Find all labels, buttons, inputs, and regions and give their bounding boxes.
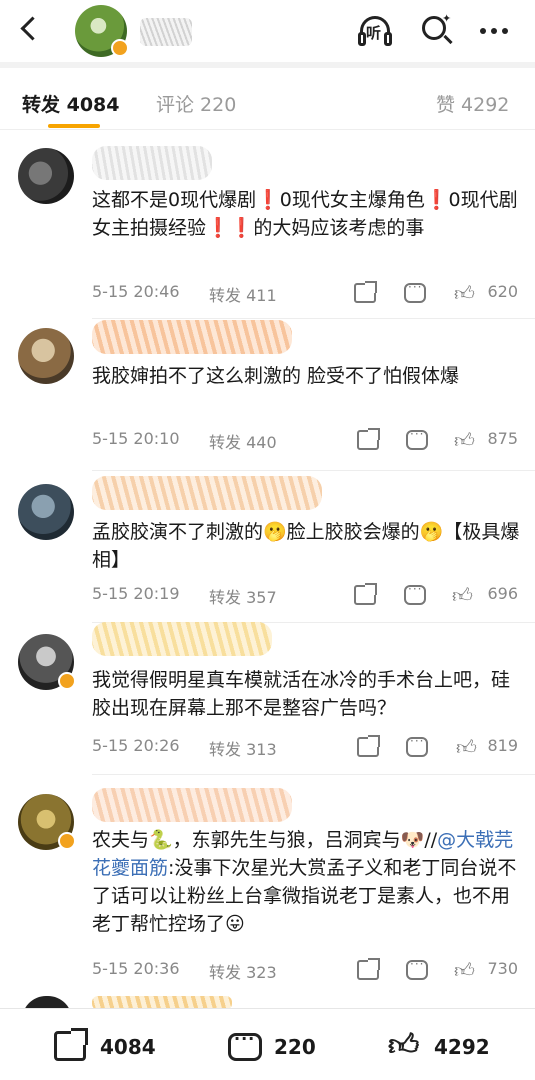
- comment-icon[interactable]: [406, 957, 428, 980]
- avatar[interactable]: [18, 484, 74, 540]
- tab-likes[interactable]: 赞 4292: [436, 90, 509, 117]
- comment-button[interactable]: 220: [228, 1029, 328, 1065]
- meta-row: 5-15 20:36 转发 323 👍︎ 730: [92, 957, 522, 983]
- share-icon[interactable]: [354, 583, 377, 605]
- search-icon[interactable]: ✦: [416, 12, 456, 50]
- like-count: 730: [487, 959, 518, 978]
- forward-text: 我胶婶拍不了这么刺激的 脸受不了怕假体爆: [92, 365, 460, 387]
- timestamp: 5-15 20:10: [92, 429, 180, 448]
- forward-count: 转发 323: [209, 963, 277, 982]
- share-count: 4084: [100, 1035, 156, 1059]
- list-item: 我胶婶拍不了这么刺激的 脸受不了怕假体爆 5-15 20:10 转发 440 👍…: [0, 320, 535, 474]
- forward-text: 我觉得假明星真车模就活在冰冷的手术台上吧，硅胶出现在屏幕上那不是整容广告吗？: [92, 669, 511, 719]
- avatar[interactable]: [18, 634, 76, 690]
- like-icon: 👍︎: [388, 1028, 420, 1063]
- like-button[interactable]: 👍︎ 4292: [388, 1028, 498, 1065]
- username-redacted[interactable]: [92, 476, 322, 510]
- comment-icon: [228, 1029, 262, 1061]
- like-count: 875: [487, 429, 518, 448]
- forward-text: 孟胶胶演不了刺激的🫢脸上胶胶会爆的🫢【极具爆相】: [92, 521, 520, 571]
- tab-bar: 转发 4084 评论 220 赞 4292: [0, 68, 535, 130]
- like-icon[interactable]: 👍︎: [456, 737, 478, 757]
- listen-headphones-icon[interactable]: 听: [355, 12, 395, 50]
- avatar[interactable]: [18, 328, 74, 384]
- author-avatar[interactable]: [75, 5, 129, 57]
- timestamp: 5-15 20:26: [92, 736, 180, 755]
- share-icon[interactable]: [357, 958, 380, 980]
- verified-badge-icon: [58, 672, 76, 690]
- forward-count: 转发 411: [209, 286, 277, 305]
- share-icon[interactable]: [354, 281, 377, 303]
- like-icon[interactable]: 👍︎: [454, 430, 476, 450]
- forward-text: 农夫与🐍，东郭先生与狼，吕洞宾与🐶//@大戟芫花夔面筋:没事下次星光大赏孟子义和…: [92, 826, 522, 938]
- list-item: 我觉得假明星真车模就活在冰冷的手术台上吧，硅胶出现在屏幕上那不是整容广告吗？ 5…: [0, 622, 535, 776]
- comment-icon[interactable]: [404, 582, 426, 605]
- timestamp: 5-15 20:36: [92, 959, 180, 978]
- verified-badge-icon: [58, 832, 76, 850]
- author-name-redacted: [140, 18, 192, 46]
- like-count: 819: [487, 736, 518, 755]
- share-icon[interactable]: [357, 735, 380, 757]
- list-item: 孟胶胶演不了刺激的🫢脸上胶胶会爆的🫢【极具爆相】 5-15 20:19 转发 3…: [0, 476, 535, 626]
- like-icon[interactable]: 👍︎: [454, 960, 476, 980]
- more-options-icon[interactable]: [474, 12, 514, 50]
- list-item-partial: [0, 992, 535, 1008]
- avatar[interactable]: [18, 794, 76, 850]
- share-icon: [54, 1028, 88, 1061]
- forward-text-part: 农夫与🐍，东郭先生与狼，吕洞宾与🐶//: [92, 829, 438, 851]
- bottom-action-bar: 4084 220 👍︎ 4292: [0, 1008, 535, 1080]
- meta-row: 5-15 20:46 转发 411 👍︎ 620: [92, 280, 522, 306]
- username-redacted[interactable]: [92, 996, 232, 1008]
- like-count: 4292: [434, 1035, 490, 1059]
- listen-label: 听: [366, 24, 382, 42]
- meta-row: 5-15 20:19 转发 357 👍︎ 696: [92, 582, 522, 608]
- username-redacted[interactable]: [92, 146, 212, 180]
- share-icon[interactable]: [357, 428, 380, 450]
- forward-count: 转发 313: [209, 740, 277, 759]
- like-count: 696: [487, 584, 518, 603]
- avatar[interactable]: [18, 148, 74, 204]
- avatar[interactable]: [22, 996, 72, 1008]
- like-count: 620: [487, 282, 518, 301]
- tab-forwards[interactable]: 转发 4084: [22, 90, 120, 117]
- username-redacted[interactable]: [92, 320, 292, 354]
- comment-count: 220: [274, 1035, 316, 1059]
- list-item: 农夫与🐍，东郭先生与狼，吕洞宾与🐶//@大戟芫花夔面筋:没事下次星光大赏孟子义和…: [0, 784, 535, 984]
- username-redacted[interactable]: [92, 622, 272, 656]
- forward-text: 这都不是0现代爆剧❗0现代女主爆角色❗0现代剧女主拍摄经验❗❗的大妈应该考虑的事: [92, 189, 518, 239]
- meta-row: 5-15 20:26 转发 313 👍︎ 819: [92, 734, 522, 760]
- verified-badge-icon: [111, 39, 129, 57]
- forward-count: 转发 357: [209, 588, 277, 607]
- comment-icon[interactable]: [406, 734, 428, 757]
- back-arrow-icon[interactable]: [14, 14, 46, 46]
- top-bar: 听 ✦: [0, 0, 535, 62]
- timestamp: 5-15 20:19: [92, 584, 180, 603]
- meta-row: 5-15 20:10 转发 440 👍︎ 875: [92, 427, 522, 453]
- share-button[interactable]: 4084: [54, 1028, 164, 1065]
- active-tab-indicator: [48, 124, 100, 128]
- like-icon[interactable]: 👍︎: [454, 283, 476, 303]
- like-icon[interactable]: 👍︎: [452, 585, 474, 605]
- forward-count: 转发 440: [209, 433, 277, 452]
- tab-comments[interactable]: 评论 220: [156, 90, 236, 117]
- list-item: 这都不是0现代爆剧❗0现代女主爆角色❗0现代剧女主拍摄经验❗❗的大妈应该考虑的事…: [0, 140, 535, 319]
- timestamp: 5-15 20:46: [92, 282, 180, 301]
- comment-icon[interactable]: [404, 280, 426, 303]
- username-redacted[interactable]: [92, 788, 292, 822]
- comment-icon[interactable]: [406, 427, 428, 450]
